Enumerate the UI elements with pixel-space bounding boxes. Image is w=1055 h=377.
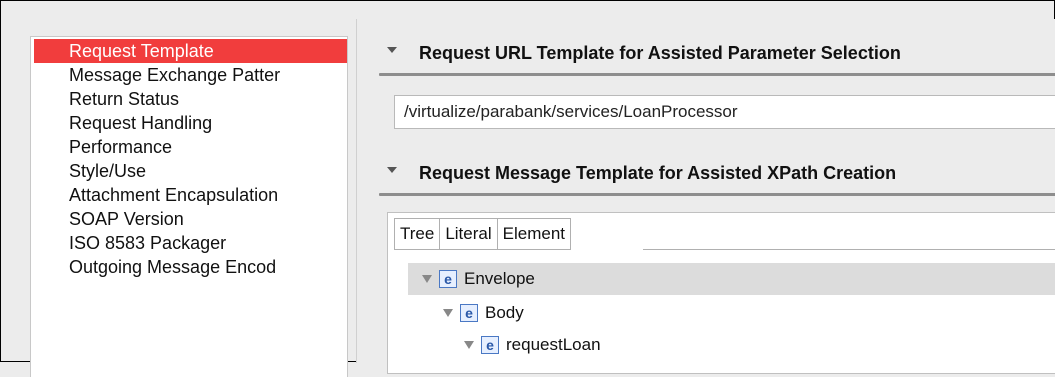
tree-node-envelope[interactable]: e Envelope — [408, 263, 1055, 295]
sidebar-item-message-exchange-pattern[interactable]: Message Exchange Patter — [34, 63, 347, 87]
tab-tree[interactable]: Tree — [394, 218, 441, 250]
section-title: Request URL Template for Assisted Parame… — [419, 43, 901, 63]
tab-literal[interactable]: Literal — [440, 218, 498, 250]
main-panel: Request URL Template for Assisted Parame… — [356, 19, 1055, 374]
sidebar-item-iso-8583-packager[interactable]: ISO 8583 Packager — [34, 231, 347, 255]
tree-node-request-loan[interactable]: e requestLoan — [408, 329, 1055, 361]
sidebar-item-request-handling[interactable]: Request Handling — [34, 111, 347, 135]
sidebar-item-attachment-encapsulation[interactable]: Attachment Encapsulation — [34, 183, 347, 207]
message-template-tab-panel: Tree Literal Element e Envelope e Body e… — [387, 212, 1055, 374]
section-title: Request Message Template for Assisted XP… — [419, 163, 897, 183]
window-frame: Request Template Message Exchange Patter… — [0, 0, 1055, 377]
sidebar-item-outgoing-message-encoding[interactable]: Outgoing Message Encod — [34, 255, 347, 279]
tab-bar-divider — [643, 249, 1055, 250]
expand-triangle-icon[interactable] — [464, 341, 474, 349]
expand-triangle-icon[interactable] — [443, 309, 453, 317]
element-icon: e — [460, 304, 478, 322]
url-template-section-header[interactable]: Request URL Template for Assisted Parame… — [379, 39, 1055, 76]
tree-node-label: Body — [485, 303, 524, 322]
tree-node-body[interactable]: e Body — [408, 297, 1055, 329]
tree-node-label: Envelope — [464, 269, 535, 288]
collapse-triangle-icon[interactable] — [387, 47, 397, 53]
message-template-section-header[interactable]: Request Message Template for Assisted XP… — [379, 159, 1055, 196]
element-icon: e — [439, 270, 457, 288]
section-divider — [379, 73, 1055, 76]
sidebar-item-performance[interactable]: Performance — [34, 135, 347, 159]
section-divider — [379, 193, 1055, 196]
request-url-template-field[interactable]: /virtualize/parabank/services/LoanProces… — [394, 95, 1055, 129]
tab-element[interactable]: Element — [497, 218, 572, 250]
expand-triangle-icon[interactable] — [422, 275, 432, 283]
sidebar-item-soap-version[interactable]: SOAP Version — [34, 207, 347, 231]
tree-node-label: requestLoan — [506, 335, 601, 354]
tab-bar: Tree Literal Element — [394, 218, 572, 250]
sidebar-item-return-status[interactable]: Return Status — [34, 87, 347, 111]
sidebar-item-style-use[interactable]: Style/Use — [34, 159, 347, 183]
xml-tree: e Envelope e Body e requestLoan — [408, 263, 1055, 373]
element-icon: e — [481, 336, 499, 354]
collapse-triangle-icon[interactable] — [387, 167, 397, 173]
settings-sidebar: Request Template Message Exchange Patter… — [30, 36, 348, 377]
sidebar-item-request-template[interactable]: Request Template — [34, 39, 347, 63]
